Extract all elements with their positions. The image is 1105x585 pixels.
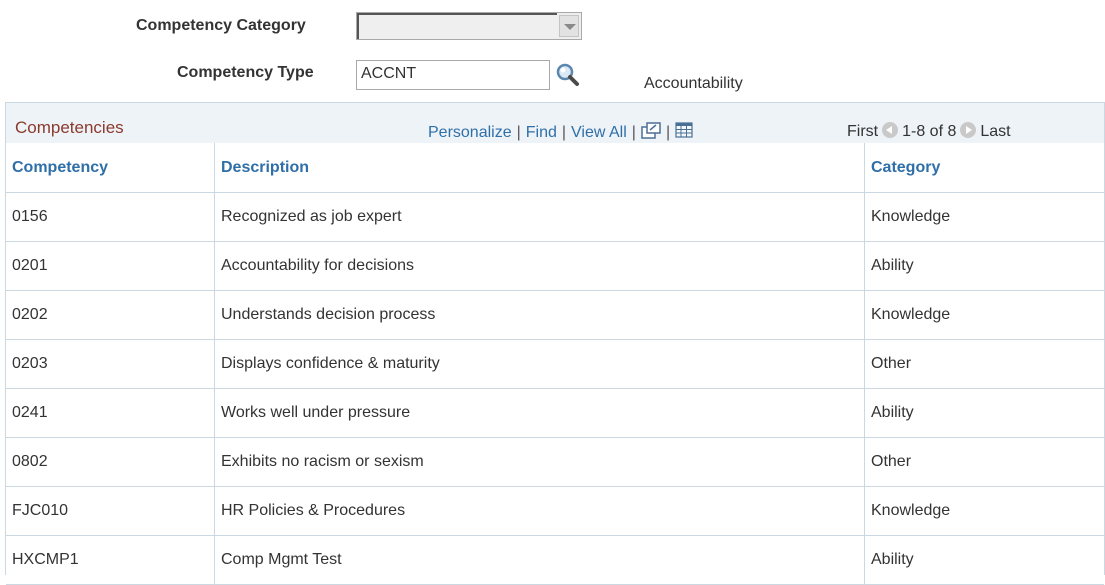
category-cell: Ability <box>864 241 1104 291</box>
competency-type-description: Accountability <box>644 75 743 92</box>
column-header-description[interactable]: Description <box>214 143 865 193</box>
category-cell: Ability <box>864 388 1104 438</box>
competency-category-select[interactable] <box>356 12 582 40</box>
table-row: HXCMP1 Comp Mgmt Test Ability <box>6 535 1104 585</box>
description-cell: Exhibits no racism or sexism <box>214 437 865 487</box>
competency-category-value <box>357 13 557 39</box>
grid-links: Personalize | Find | View All | | <box>428 122 693 145</box>
table-row: 0203 Displays confidence & maturity Other <box>6 339 1104 389</box>
competency-cell: FJC010 <box>6 486 215 536</box>
category-cell: Other <box>864 339 1104 389</box>
category-cell: Knowledge <box>864 486 1104 536</box>
view-all-link[interactable]: View All <box>571 124 627 141</box>
description-cell: Comp Mgmt Test <box>214 535 865 585</box>
grid-navigation-bar: Competencies Personalize | Find | View All | |… <box>6 103 1104 144</box>
competencies-table: Competency Description Category 0156 Reco… <box>6 143 1104 585</box>
column-header-competency[interactable]: Competency <box>6 143 215 193</box>
grid-pager: First 1-8 of 8 Last <box>847 122 1011 141</box>
competencies-grid: Competencies Personalize | Find | View All | |… <box>5 102 1105 585</box>
next-arrow-icon[interactable] <box>960 122 977 138</box>
table-row: 0802 Exhibits no racism or sexism Other <box>6 437 1104 487</box>
competency-category-label: Competency Category <box>136 17 306 34</box>
category-cell: Knowledge <box>864 290 1104 340</box>
table-row: 0241 Works well under pressure Ability <box>6 388 1104 438</box>
header-row: Competency Description Category <box>6 143 1104 193</box>
download-spreadsheet-icon[interactable] <box>675 122 693 145</box>
competency-cell: 0201 <box>6 241 215 291</box>
competency-cell: 0241 <box>6 388 215 438</box>
description-cell: HR Policies & Procedures <box>214 486 865 536</box>
competency-cell: HXCMP1 <box>6 535 215 585</box>
competency-cell: 0203 <box>6 339 215 389</box>
table-row: FJC010 HR Policies & Procedures Knowledge <box>6 486 1104 536</box>
table-row: 0202 Understands decision process Knowledg… <box>6 290 1104 340</box>
description-cell: Works well under pressure <box>214 388 865 438</box>
competency-type-input[interactable]: ACCNT <box>356 60 550 90</box>
find-link[interactable]: Find <box>526 124 557 141</box>
new-window-icon[interactable] <box>641 122 661 145</box>
table-row: 0156 Recognized as job expert Knowledge <box>6 192 1104 242</box>
competency-cell: 0802 <box>6 437 215 487</box>
description-cell: Accountability for decisions <box>214 241 865 291</box>
competency-cell: 0156 <box>6 192 215 242</box>
personalize-link[interactable]: Personalize <box>428 124 512 141</box>
chevron-down-icon[interactable] <box>559 15 579 37</box>
category-cell: Ability <box>864 535 1104 585</box>
description-cell: Understands decision process <box>214 290 865 340</box>
description-cell: Recognized as job expert <box>214 192 865 242</box>
table-row: 0201 Accountability for decisions Ability <box>6 241 1104 291</box>
description-cell: Displays confidence & maturity <box>214 339 865 389</box>
last-label: Last <box>980 123 1011 140</box>
previous-arrow-icon[interactable] <box>882 122 899 138</box>
competency-type-label: Competency Type <box>177 64 314 81</box>
category-cell: Other <box>864 437 1104 487</box>
column-header-category[interactable]: Category <box>864 143 1104 193</box>
magnifier-icon[interactable] <box>555 62 581 88</box>
first-label: First <box>847 123 879 140</box>
grid-title: Competencies <box>15 118 124 137</box>
category-cell: Knowledge <box>864 192 1104 242</box>
row-range: 1-8 of 8 <box>902 123 957 140</box>
competency-cell: 0202 <box>6 290 215 340</box>
